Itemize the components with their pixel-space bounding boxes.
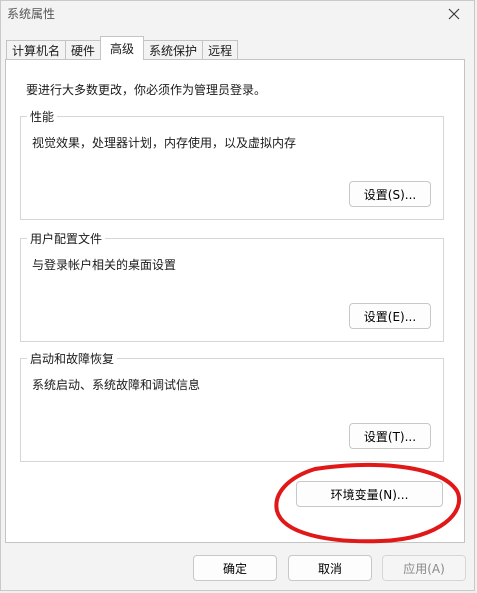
admin-note: 要进行大多数更改，你必须作为管理员登录。 xyxy=(26,83,267,97)
tab-advanced[interactable]: 高级 xyxy=(100,36,145,60)
apply-button[interactable]: 应用(A) xyxy=(382,555,466,581)
performance-group-title: 性能 xyxy=(27,108,58,125)
window-title: 系统属性 xyxy=(7,7,56,21)
environment-variables-button[interactable]: 环境变量(N)... xyxy=(296,481,443,507)
advanced-tab-panel: 要进行大多数更改，你必须作为管理员登录。 性能 视觉效果，处理器计划，内存使用，… xyxy=(5,59,465,543)
performance-settings-button[interactable]: 设置(S)... xyxy=(349,181,431,207)
tab-remote[interactable]: 远程 xyxy=(202,40,239,60)
startup-recovery-settings-button[interactable]: 设置(T)... xyxy=(349,423,431,449)
ok-button[interactable]: 确定 xyxy=(193,555,277,581)
close-icon xyxy=(448,8,460,20)
tab-hardware[interactable]: 硬件 xyxy=(65,40,102,60)
performance-description: 视觉效果，处理器计划，内存使用，以及虚拟内存 xyxy=(32,136,297,150)
performance-group: 性能 视觉效果，处理器计划，内存使用，以及虚拟内存 设置(S)... xyxy=(20,108,444,220)
title-bar: 系统属性 xyxy=(1,1,474,29)
user-profiles-group-title: 用户配置文件 xyxy=(27,230,106,247)
user-profiles-settings-button[interactable]: 设置(E)... xyxy=(349,303,431,329)
close-button[interactable] xyxy=(434,1,474,27)
cancel-button[interactable]: 取消 xyxy=(288,555,372,581)
tab-strip: 计算机名 硬件 高级 系统保护 远程 xyxy=(6,36,239,60)
startup-recovery-group: 启动和故障恢复 系统启动、系统故障和调试信息 设置(T)... xyxy=(20,350,444,462)
startup-recovery-description: 系统启动、系统故障和调试信息 xyxy=(32,378,201,392)
tab-system-protection[interactable]: 系统保护 xyxy=(143,40,204,60)
user-profiles-description: 与登录帐户相关的桌面设置 xyxy=(32,258,177,272)
startup-recovery-group-title: 启动和故障恢复 xyxy=(27,350,118,367)
tab-computer-name[interactable]: 计算机名 xyxy=(6,40,67,60)
user-profiles-group: 用户配置文件 与登录帐户相关的桌面设置 设置(E)... xyxy=(20,230,444,342)
